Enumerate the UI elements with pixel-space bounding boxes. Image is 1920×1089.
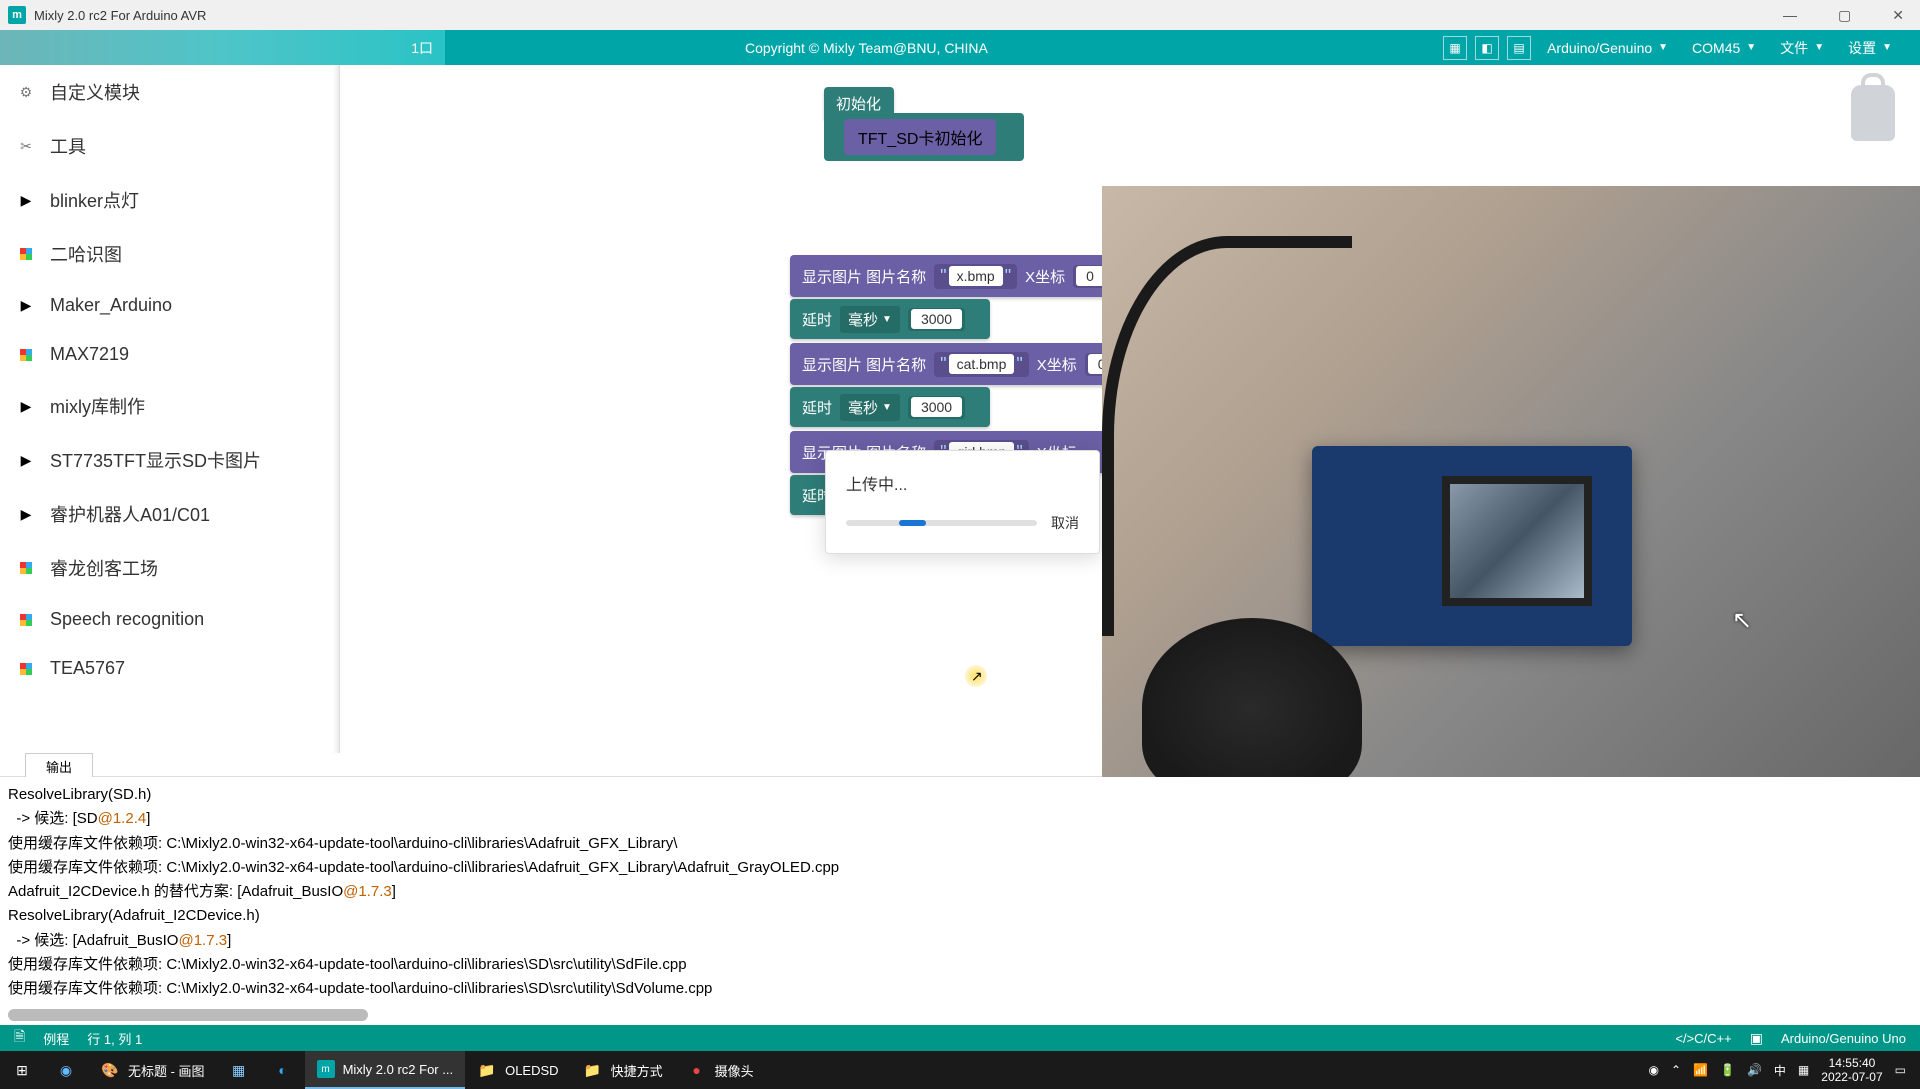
folder-icon: 📁 (583, 1060, 603, 1080)
wrench-icon: ✂ (16, 136, 36, 156)
camera-overlay: ↖ (1102, 186, 1920, 798)
block-delay-1[interactable]: 延时 毫秒▼ 3000 (790, 299, 990, 339)
sidebar-item-tools[interactable]: ✂工具 (0, 119, 339, 173)
tray-icon[interactable]: ◉ (1649, 1063, 1659, 1077)
file-menu[interactable]: 文件 ▼ (1772, 38, 1832, 58)
taskbar-browser[interactable]: ◐ (261, 1051, 305, 1089)
layout-icon-3[interactable]: ▤ (1507, 36, 1531, 60)
status-cursor-pos: 行 1, 列 1 (87, 1029, 142, 1048)
board-dropdown[interactable]: Arduino/Genuino ▼ (1539, 40, 1676, 56)
calc-icon: ▦ (229, 1060, 249, 1080)
block-delay-2[interactable]: 延时 毫秒▼ 3000 (790, 387, 990, 427)
cortana-icon: ◉ (56, 1060, 76, 1080)
play-icon: ▶ (16, 190, 36, 210)
taskbar-folder-shortcut[interactable]: 📁快捷方式 (571, 1051, 675, 1089)
colorbox-icon (16, 558, 36, 578)
windows-taskbar: ⊞ ◉ 🎨无标题 - 画图 ▦ ◐ mMixly 2.0 rc2 For ...… (0, 1051, 1920, 1089)
chevron-down-icon: ▼ (1658, 42, 1668, 53)
paint-icon: 🎨 (100, 1060, 120, 1080)
main-toolbar: Copyright © Mixly Team@BNU, CHINA ▦ ◧ ▤ … (0, 30, 1920, 65)
layout-icon-1[interactable]: ▦ (1443, 36, 1467, 60)
start-button[interactable]: ⊞ (0, 1051, 44, 1089)
output-tab[interactable]: 输出 (25, 753, 93, 779)
window-titlebar: m Mixly 2.0 rc2 For Arduino AVR — ▢ ✕ (0, 0, 1920, 30)
gear-icon: ⚙ (16, 82, 36, 102)
status-board: Arduino/Genuino Uno (1781, 1031, 1906, 1046)
sidebar-item-mixly-lib[interactable]: ▶mixly库制作 (0, 379, 339, 433)
sidebar-item-maker-arduino[interactable]: ▶Maker_Arduino (0, 281, 339, 330)
tray-chevron-icon[interactable]: ⌃ (1671, 1063, 1681, 1077)
taskbar-calc[interactable]: ▦ (217, 1051, 261, 1089)
board-icon: ▣ (1750, 1030, 1763, 1047)
port-dropdown[interactable]: COM45 ▼ (1684, 40, 1764, 56)
sidebar-item-max7219[interactable]: MAX7219 (0, 330, 339, 379)
dialog-title: 上传中... (846, 471, 1079, 495)
tray-wifi-icon[interactable]: 📶 (1693, 1063, 1708, 1077)
app-icon: m (8, 6, 26, 24)
play-icon: ▶ (16, 450, 36, 470)
taskbar-folder-oledsd[interactable]: 📁OLEDSD (465, 1051, 570, 1089)
category-sidebar: ⚙自定义模块 ✂工具 ▶blinker点灯 二哈识图 ▶Maker_Arduin… (0, 65, 340, 753)
console-hscrollbar[interactable] (8, 1009, 368, 1021)
tray-keyboard-icon[interactable]: ▦ (1798, 1063, 1809, 1077)
cursor-highlight (965, 665, 987, 687)
layout-icon-2[interactable]: ◧ (1475, 36, 1499, 60)
taskbar-camera[interactable]: ●摄像头 (675, 1051, 766, 1089)
colorbox-icon (16, 659, 36, 679)
block-tft-init[interactable]: TFT_SD卡初始化 (844, 119, 996, 155)
mixly-icon: m (317, 1060, 335, 1078)
copyright-text: Copyright © Mixly Team@BNU, CHINA (745, 40, 988, 56)
colorbox-icon (16, 244, 36, 264)
status-lang: </>C/C++ (1675, 1031, 1731, 1046)
play-icon: ▶ (16, 396, 36, 416)
tray-notifications-icon[interactable]: ▭ (1895, 1063, 1906, 1077)
example-icon: 🗎 (14, 1026, 25, 1050)
toolbar-left-blur (0, 30, 445, 65)
sidebar-item-robot[interactable]: ▶睿护机器人A01/C01 (0, 487, 339, 541)
play-icon: ▶ (16, 504, 36, 524)
taskbar-mixly[interactable]: mMixly 2.0 rc2 For ... (305, 1051, 466, 1089)
sidebar-item-st7735[interactable]: ▶ST7735TFT显示SD卡图片 (0, 433, 339, 487)
sidebar-item-speech[interactable]: Speech recognition (0, 595, 339, 644)
output-console[interactable]: ResolveLibrary(SD.h) -> 候选: [SD@1.2.4] 使… (0, 777, 1920, 1025)
tray-clock[interactable]: 14:55:40 2022-07-07 (1821, 1056, 1882, 1085)
colorbox-icon (16, 345, 36, 365)
taskbar-paint[interactable]: 🎨无标题 - 画图 (88, 1051, 217, 1089)
sidebar-item-blinker[interactable]: ▶blinker点灯 (0, 173, 339, 227)
sidebar-item-tea5767[interactable]: TEA5767 (0, 644, 339, 693)
colorbox-icon (16, 610, 36, 630)
sidebar-item-erha[interactable]: 二哈识图 (0, 227, 339, 281)
chevron-down-icon: ▼ (1746, 42, 1756, 53)
sidebar-item-ruilong[interactable]: 睿龙创客工场 (0, 541, 339, 595)
progress-bar (846, 520, 1037, 526)
chevron-down-icon: ▼ (1814, 42, 1824, 53)
upload-dialog: 上传中... 取消 (825, 450, 1100, 554)
block-init-body[interactable]: TFT_SD卡初始化 (824, 113, 1024, 161)
cancel-button[interactable]: 取消 (1051, 513, 1079, 533)
minimize-button[interactable]: — (1775, 5, 1805, 26)
maximize-button[interactable]: ▢ (1830, 5, 1859, 26)
close-button[interactable]: ✕ (1884, 5, 1912, 26)
settings-menu[interactable]: 设置 ▼ (1840, 38, 1900, 58)
record-icon: ● (687, 1060, 707, 1080)
play-icon: ▶ (16, 296, 36, 316)
tray-volume-icon[interactable]: 🔊 (1747, 1063, 1762, 1077)
sidebar-item-custom-blocks[interactable]: ⚙自定义模块 (0, 65, 339, 119)
windows-icon: ⊞ (12, 1060, 32, 1080)
taskbar-cortana[interactable]: ◉ (44, 1051, 88, 1089)
window-title: Mixly 2.0 rc2 For Arduino AVR (34, 8, 206, 23)
status-bar: 🗎 例程 行 1, 列 1 </>C/C++ ▣ Arduino/Genuino… (0, 1025, 1920, 1051)
chevron-down-icon: ▼ (1882, 42, 1892, 53)
status-example: 例程 (43, 1029, 69, 1048)
backpack-icon[interactable] (1851, 85, 1895, 141)
folder-icon: 📁 (477, 1060, 497, 1080)
browser-icon: ◐ (273, 1060, 293, 1080)
tray-battery-icon[interactable]: 🔋 (1720, 1063, 1735, 1077)
overlay-cursor-icon: ↖ (1732, 606, 1752, 635)
